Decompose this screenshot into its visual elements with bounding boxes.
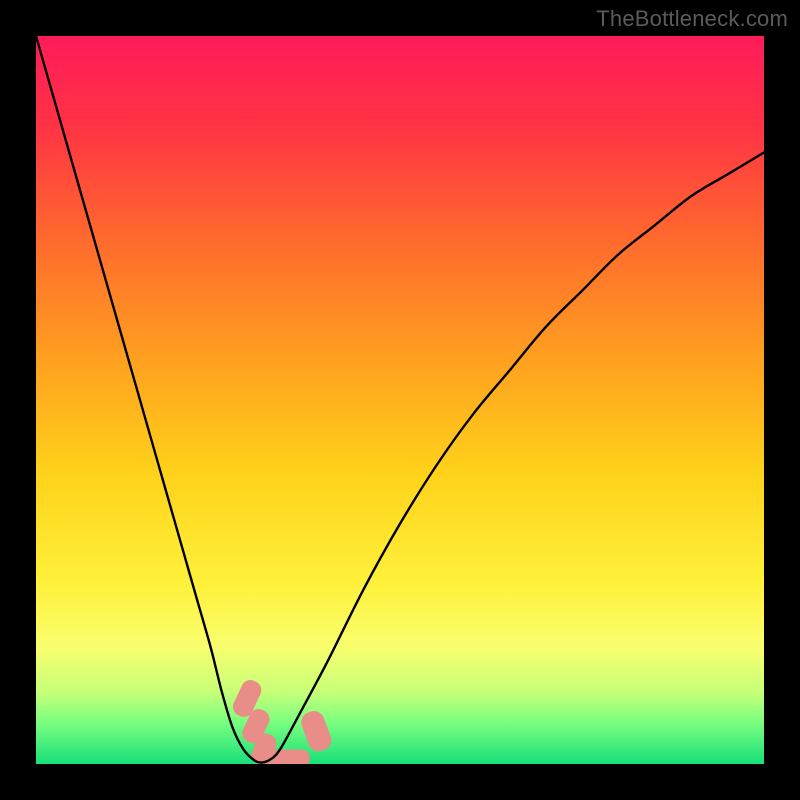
watermark-text: TheBottleneck.com — [596, 6, 788, 32]
chart-svg — [36, 36, 764, 764]
chart-background — [36, 36, 764, 764]
chart-frame: TheBottleneck.com — [0, 0, 800, 800]
plot-area — [36, 36, 764, 764]
